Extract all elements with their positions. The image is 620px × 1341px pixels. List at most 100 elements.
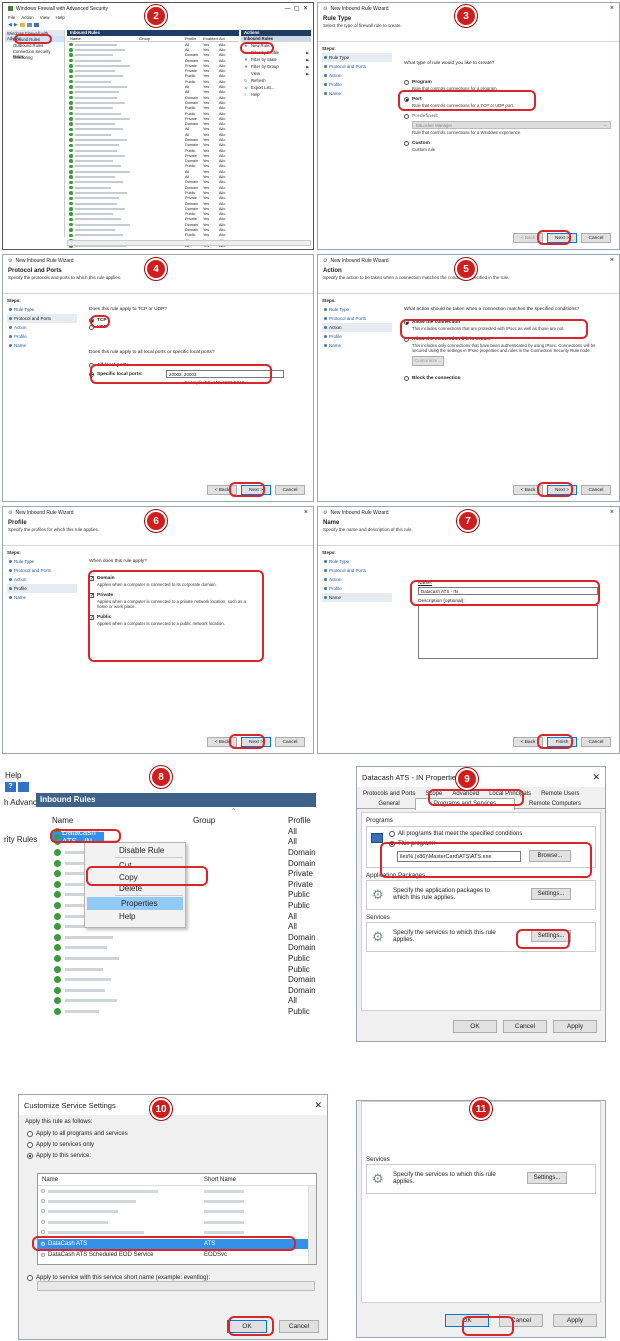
step-action[interactable]: Action xyxy=(7,575,77,584)
ok-button[interactable]: OK xyxy=(453,1020,497,1033)
step-rule-type[interactable]: Rule Type xyxy=(7,305,77,314)
menu-properties[interactable]: Properties xyxy=(87,897,183,910)
step-name[interactable]: Name xyxy=(322,593,392,602)
menu-item[interactable]: File xyxy=(8,15,15,20)
col-profile[interactable]: Profile xyxy=(288,816,311,825)
option-all-programs[interactable]: All programs that meet the specified con… xyxy=(389,831,522,837)
col-act[interactable]: Act xyxy=(219,36,233,41)
short-name-input[interactable] xyxy=(37,1281,315,1291)
option-tcp[interactable]: TCP xyxy=(89,318,305,323)
step-name[interactable]: Name xyxy=(322,89,392,98)
step-rule-type[interactable]: Rule Type xyxy=(7,557,77,566)
step-profile[interactable]: Profile xyxy=(322,80,392,89)
tab-protocols[interactable]: Protocols and Ports xyxy=(363,791,415,797)
services-settings-button[interactable]: Settings... xyxy=(527,1172,567,1184)
description-input[interactable] xyxy=(418,605,598,659)
cancel-button[interactable]: Cancel xyxy=(581,233,611,243)
step-protocol[interactable]: Protocol and Ports xyxy=(322,62,392,71)
col-short-name[interactable]: Short Name xyxy=(204,1177,236,1183)
menu-item[interactable]: View xyxy=(40,15,50,20)
close-icon[interactable]: × xyxy=(610,257,614,264)
action-item[interactable]: ⇲ Export List... xyxy=(241,84,311,91)
table-row[interactable]: Domain xyxy=(50,985,316,996)
action-item[interactable]: ▼ Filter by State ▶ xyxy=(241,56,311,63)
step-name[interactable]: Name xyxy=(7,593,77,602)
tab-remote-computers[interactable]: Remote Computers xyxy=(515,801,595,807)
action-item[interactable]: ? Help xyxy=(241,91,311,98)
table-row[interactable]: All xyxy=(50,996,316,1007)
step-protocol[interactable]: Protocol and Ports xyxy=(322,566,392,575)
table-row[interactable]: Domain xyxy=(50,932,316,943)
close-icon[interactable]: ✕ xyxy=(314,1100,322,1111)
col-name[interactable]: Name xyxy=(38,1177,204,1183)
step-action[interactable]: Action xyxy=(322,575,392,584)
cancel-button[interactable]: Cancel xyxy=(503,1020,547,1033)
grid-icon[interactable] xyxy=(26,22,32,27)
action-item[interactable]: View ▶ xyxy=(241,70,311,77)
step-action[interactable]: Action xyxy=(322,71,392,80)
col-enabled[interactable]: Enabled xyxy=(203,36,219,41)
col-profile[interactable]: Profile xyxy=(185,36,203,41)
option-services-only[interactable]: Apply to services only xyxy=(27,1142,327,1148)
predefined-select[interactable]: BitLocker Manager ⌄ xyxy=(412,121,611,129)
vscrollbar[interactable] xyxy=(308,1186,316,1264)
customize-button[interactable]: Customize... xyxy=(412,356,444,366)
service-row[interactable]: ⚙ xyxy=(38,1196,316,1206)
cancel-button[interactable]: Cancel xyxy=(275,485,305,495)
option-block[interactable]: Block the connection xyxy=(404,376,611,381)
step-profile[interactable]: Profile xyxy=(7,584,77,593)
close-icon[interactable]: × xyxy=(610,509,614,516)
tree-item-monitoring[interactable]: Monitoring xyxy=(5,54,64,60)
step-rule-type[interactable]: Rule Type xyxy=(322,53,392,62)
option-program[interactable]: Program xyxy=(404,80,611,85)
step-rule-type[interactable]: Rule Type xyxy=(322,557,392,566)
menu-disable-rule[interactable]: Disable Rule xyxy=(85,843,185,857)
option-this-service[interactable]: Apply to this service: xyxy=(27,1153,327,1159)
table-row[interactable]: Domain xyxy=(50,943,316,954)
col-name[interactable]: Name xyxy=(52,816,73,825)
step-profile[interactable]: Profile xyxy=(322,584,392,593)
step-name[interactable]: Name xyxy=(7,341,77,350)
option-predefined[interactable]: Predefined: xyxy=(404,114,611,119)
close-icon[interactable]: × xyxy=(610,5,614,12)
action-item[interactable]: ↻ Refresh xyxy=(241,77,311,84)
step-protocol[interactable]: Protocol and Ports xyxy=(322,314,392,323)
folder-icon[interactable] xyxy=(19,22,25,27)
apply-button[interactable]: Apply xyxy=(553,1314,597,1327)
option-custom[interactable]: Custom xyxy=(404,141,611,146)
step-profile[interactable]: Profile xyxy=(7,332,77,341)
menu-item[interactable]: Help xyxy=(55,15,64,20)
cancel-button[interactable]: Cancel xyxy=(279,1320,319,1333)
help-icon[interactable] xyxy=(33,22,39,27)
step-name[interactable]: Name xyxy=(322,341,392,350)
service-row[interactable]: ⚙ xyxy=(38,1217,316,1227)
step-profile[interactable]: Profile xyxy=(322,332,392,341)
help-toolbar-icon[interactable]: ? xyxy=(5,782,16,792)
step-protocol[interactable]: Protocol and Ports xyxy=(7,314,77,323)
table-row[interactable]: Public xyxy=(50,1006,316,1017)
table-row[interactable]: Public xyxy=(50,964,316,975)
cancel-button[interactable]: Cancel xyxy=(581,485,611,495)
menu-help[interactable]: Help xyxy=(5,771,21,780)
step-rule-type[interactable]: Rule Type xyxy=(322,305,392,314)
cancel-button[interactable]: Cancel xyxy=(275,737,305,747)
left-pane-item[interactable]: rity Rules xyxy=(4,835,37,844)
tab-remote-users[interactable]: Remote Users xyxy=(541,791,579,797)
step-action[interactable]: Action xyxy=(322,323,392,332)
menu-help[interactable]: Help xyxy=(85,911,185,923)
step-protocol[interactable]: Protocol and Ports xyxy=(7,566,77,575)
close-icon[interactable]: ✕ xyxy=(592,772,600,783)
console-toolbar-icon[interactable] xyxy=(18,782,29,792)
close-icon[interactable]: — ▢ ✕ xyxy=(285,5,308,12)
service-row[interactable]: ⚙ xyxy=(38,1186,316,1196)
forward-icon[interactable]: ▶ xyxy=(14,22,18,28)
app-settings-button[interactable]: Settings... xyxy=(531,888,571,900)
menu-item[interactable]: Action xyxy=(21,15,34,20)
col-group[interactable]: Group xyxy=(139,36,185,41)
col-name[interactable]: Name xyxy=(67,36,139,41)
apply-button[interactable]: Apply xyxy=(553,1020,597,1033)
option-udp[interactable]: UDP xyxy=(89,325,305,330)
back-icon[interactable]: ◀ xyxy=(8,22,12,28)
service-row[interactable]: ⚙ DataCash ATS Scheduled EOD Service EOD… xyxy=(38,1250,308,1260)
action-item[interactable]: ▼ Filter by Group ▶ xyxy=(241,63,311,70)
